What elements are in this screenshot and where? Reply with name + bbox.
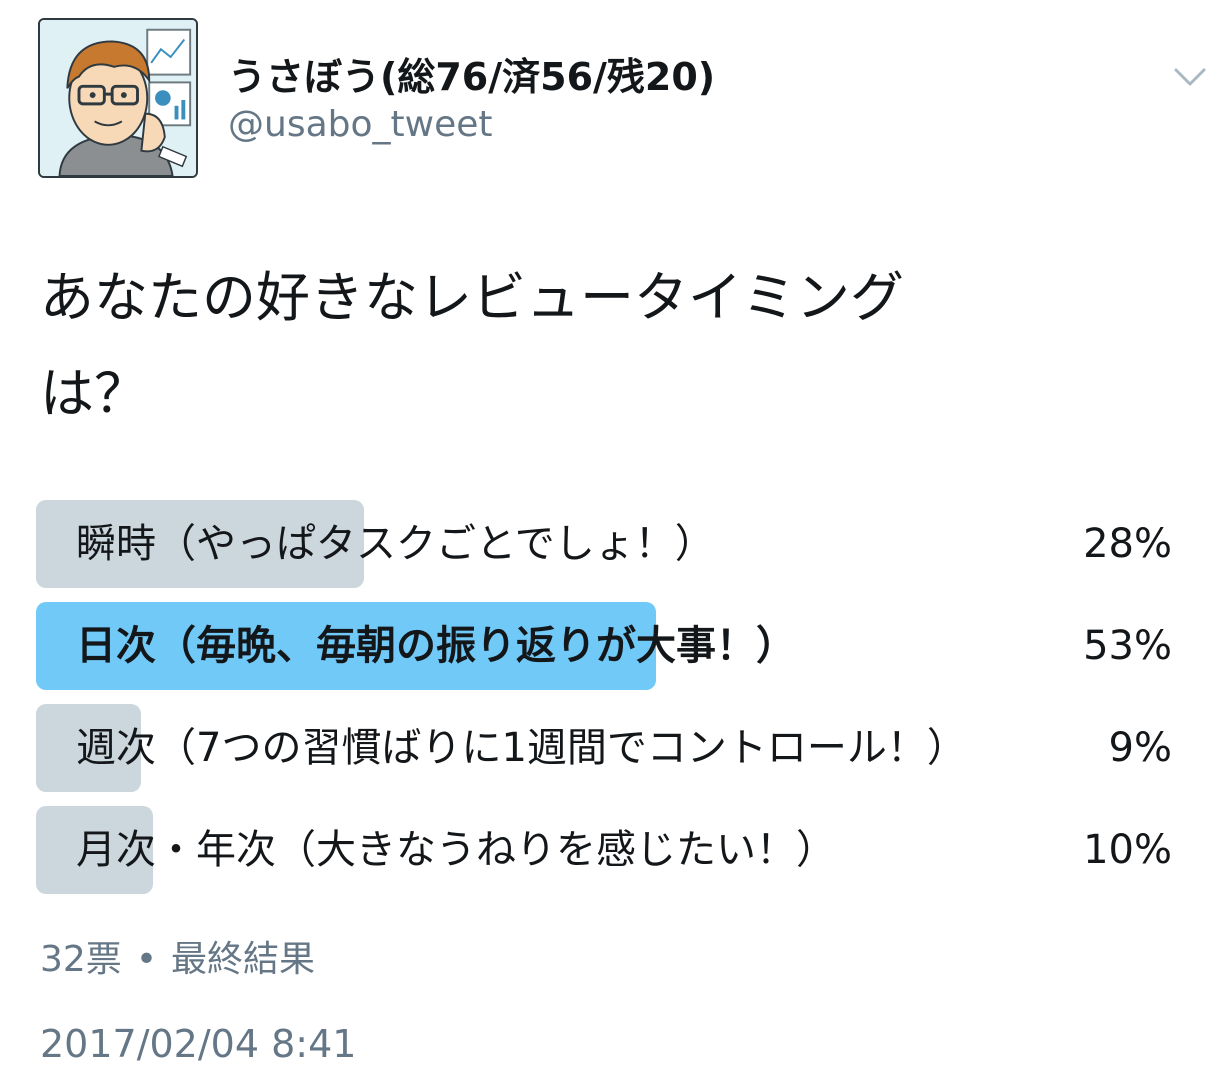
tweet-text: あなたの好きなレビュータイミング は？ — [40, 250, 1160, 442]
poll-option: 瞬時（やっぱタスクごとでしょ！） 28% — [36, 498, 1172, 590]
separator-dot: • — [135, 939, 158, 980]
poll-status: 最終結果 — [171, 939, 316, 980]
avatar-illustration — [40, 20, 196, 176]
poll-option-label: 瞬時（やっぱタスクごとでしょ！） — [76, 521, 715, 567]
poll: 瞬時（やっぱタスクごとでしょ！） 28% 日次（毎晩、毎朝の振り返りが大事！） … — [36, 498, 1172, 906]
poll-option: 週次（7つの習慣ばりに1週間でコントロール！） 9% — [36, 702, 1172, 794]
poll-option-percent: 53% — [1083, 623, 1172, 669]
poll-meta: 32票 • 最終結果 — [40, 930, 315, 982]
poll-option-label: 週次（7つの習慣ばりに1週間でコントロール！） — [76, 725, 967, 771]
poll-option-percent: 9% — [1108, 725, 1172, 771]
poll-option-label: 日次（毎晩、毎朝の振り返りが大事！） — [76, 623, 796, 669]
tweet-text-line: あなたの好きなレビュータイミング — [40, 266, 904, 329]
user-handle[interactable]: @usabo_tweet — [228, 104, 492, 145]
chevron-down-icon[interactable] — [1170, 56, 1208, 96]
poll-option-percent: 10% — [1083, 827, 1172, 873]
tweet-text-line: は？ — [40, 362, 148, 425]
poll-option-label: 月次・年次（大きなうねりを感じたい！） — [76, 827, 836, 873]
poll-option: 月次・年次（大きなうねりを感じたい！） 10% — [36, 804, 1172, 896]
poll-option-percent: 28% — [1083, 521, 1172, 567]
avatar[interactable] — [38, 18, 198, 178]
display-name[interactable]: うさぼう(総76/済56/残20) — [228, 46, 715, 101]
tweet-timestamp[interactable]: 2017/02/04 8:41 — [40, 1022, 356, 1066]
vote-count: 32票 — [40, 939, 122, 980]
poll-option: 日次（毎晩、毎朝の振り返りが大事！） 53% — [36, 600, 1172, 692]
